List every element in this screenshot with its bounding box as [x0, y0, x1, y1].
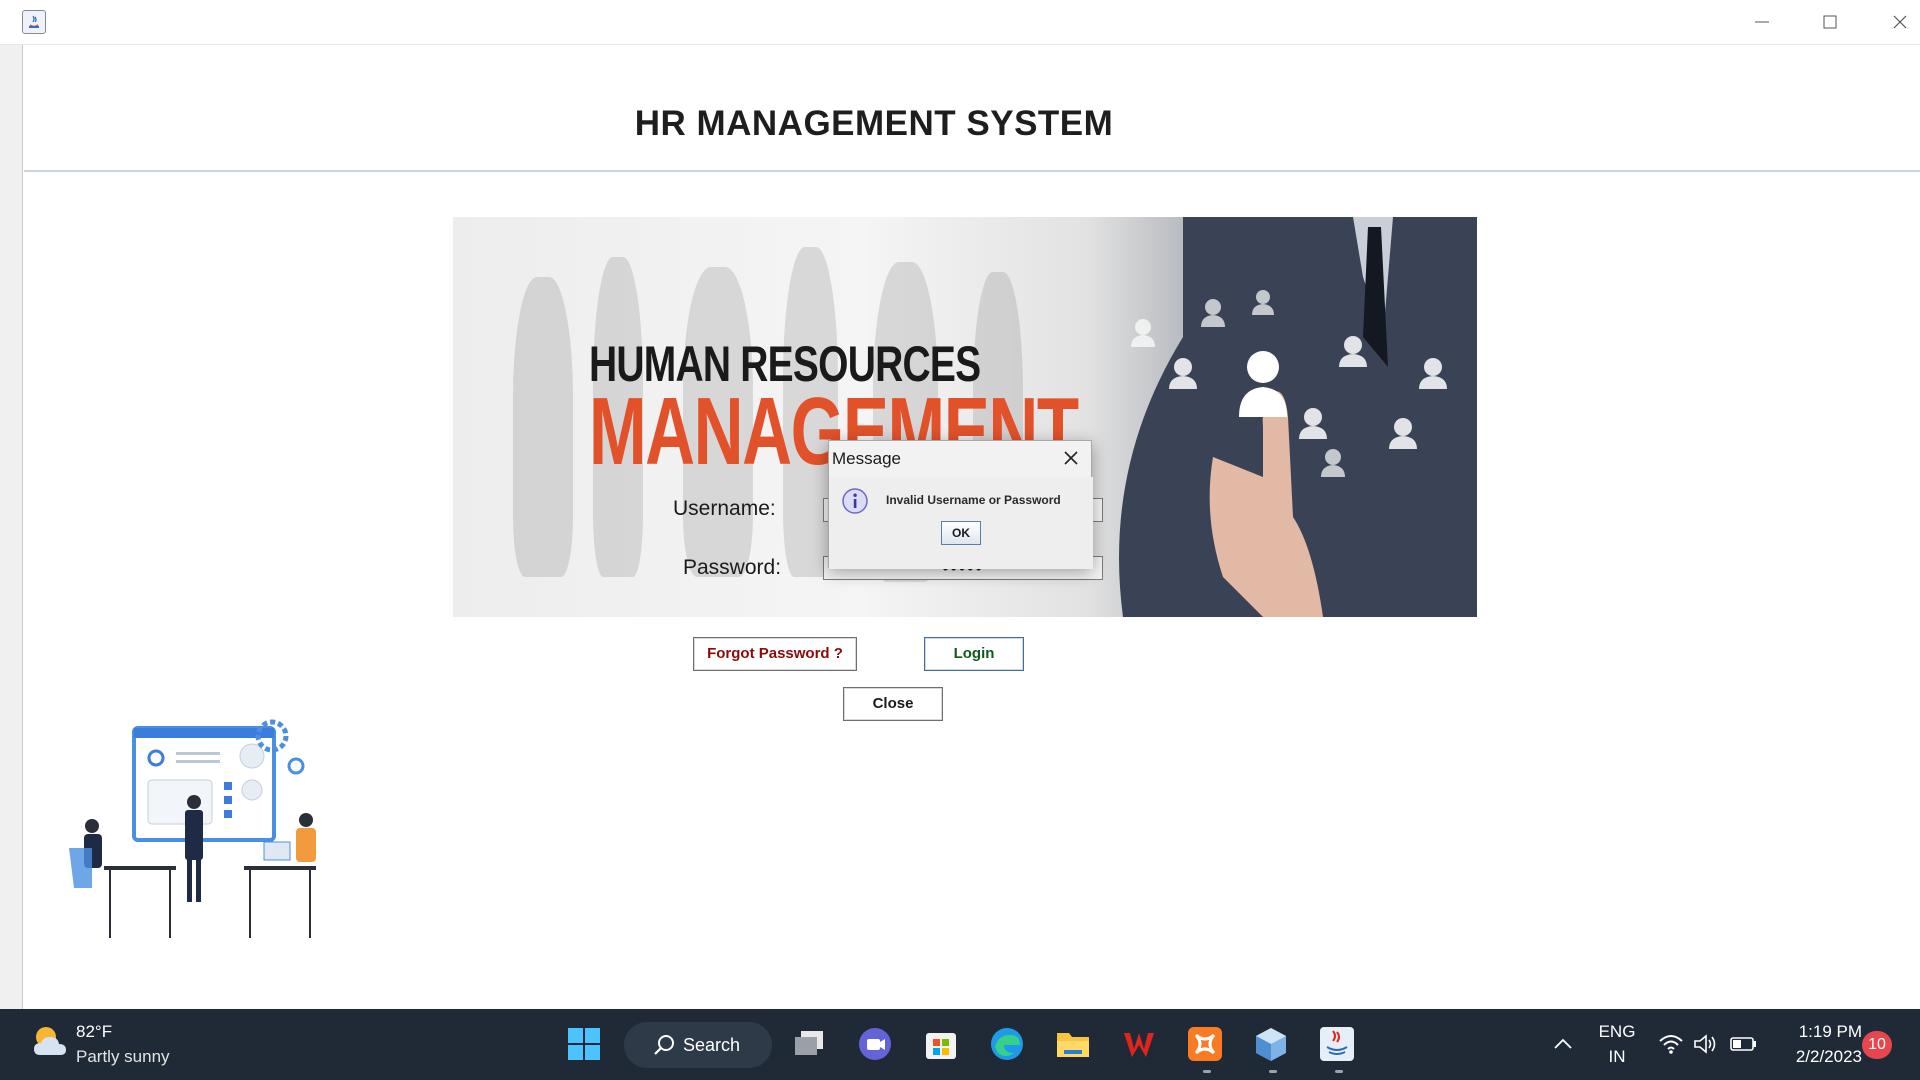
- minimize-button[interactable]: [1742, 8, 1782, 36]
- teams-button[interactable]: [854, 1023, 896, 1065]
- volume-button[interactable]: [1684, 1023, 1726, 1065]
- virtualbox-icon: [1256, 1028, 1286, 1061]
- java-app-button[interactable]: [1316, 1023, 1358, 1065]
- running-indicator: [1269, 1070, 1277, 1073]
- weather-icon: [34, 1027, 66, 1055]
- forgot-password-button[interactable]: Forgot Password ?: [693, 637, 857, 671]
- edge-icon: [991, 1028, 1023, 1060]
- store-icon: [926, 1033, 956, 1059]
- windows-start-icon: [568, 1028, 600, 1060]
- running-indicator: [1203, 1070, 1211, 1073]
- close-icon: [1064, 451, 1078, 465]
- close-window-button[interactable]: [1880, 8, 1920, 36]
- left-edge-panel: [0, 45, 23, 1009]
- java-app-icon: [1320, 1027, 1354, 1061]
- clock-time[interactable]: 1:19 PM: [1772, 1022, 1862, 1042]
- page-title: HR MANAGEMENT SYSTEM: [634, 104, 1114, 143]
- window-titlebar: [0, 0, 1920, 45]
- wps-icon: [1124, 1033, 1154, 1057]
- file-explorer-button[interactable]: [1052, 1023, 1094, 1065]
- ok-button[interactable]: OK: [941, 521, 981, 545]
- username-label: Username:: [673, 497, 776, 520]
- running-indicator: [1335, 1070, 1343, 1073]
- password-label: Password:: [683, 556, 782, 579]
- edge-button[interactable]: [986, 1023, 1028, 1065]
- weather-description: Partly sunny: [76, 1047, 170, 1066]
- dialog-title: Message: [832, 449, 901, 468]
- login-button[interactable]: Login: [924, 637, 1024, 671]
- show-hidden-icons-button[interactable]: [1542, 1023, 1584, 1065]
- battery-button[interactable]: [1722, 1023, 1764, 1065]
- virtualbox-button[interactable]: [1250, 1023, 1292, 1065]
- xampp-icon: [1188, 1027, 1222, 1061]
- weather-temperature: 82°F: [76, 1022, 113, 1041]
- maximize-button[interactable]: [1810, 8, 1850, 36]
- taskbar-search[interactable]: Search: [624, 1022, 772, 1068]
- clock-date[interactable]: 2/2/2023: [1772, 1047, 1862, 1067]
- search-icon: [654, 1035, 674, 1055]
- close-button[interactable]: Close: [843, 687, 943, 721]
- message-dialog: Message Invalid Username or Password OK: [828, 440, 1093, 569]
- close-icon: [1893, 15, 1907, 29]
- teams-icon: [859, 1028, 891, 1060]
- volume-icon: [1694, 1034, 1716, 1054]
- dialog-body: Invalid Username or Password OK: [829, 477, 1093, 569]
- chevron-up-icon: [1554, 1038, 1572, 1049]
- weather-widget[interactable]: [30, 1021, 70, 1066]
- minimize-icon: [1755, 21, 1769, 23]
- dialog-message: Invalid Username or Password: [886, 493, 1061, 507]
- office-team-illustration: [69, 719, 316, 938]
- info-icon: [842, 488, 868, 514]
- java-icon[interactable]: [22, 10, 46, 34]
- wps-button[interactable]: [1118, 1023, 1160, 1065]
- start-button[interactable]: [563, 1023, 605, 1065]
- store-button[interactable]: [920, 1023, 962, 1065]
- language-indicator-top[interactable]: ENG: [1594, 1022, 1640, 1042]
- search-label: Search: [683, 1035, 741, 1055]
- xampp-button[interactable]: [1184, 1023, 1226, 1065]
- task-view-button[interactable]: [789, 1023, 831, 1065]
- task-view-icon: [795, 1031, 823, 1055]
- maximize-icon: [1823, 15, 1837, 29]
- taskbar: 82°F Partly sunny Search ENG IN 1:19 PM …: [0, 1009, 1920, 1080]
- businessman-illustration: [1119, 217, 1477, 617]
- dialog-close-button[interactable]: [1057, 445, 1085, 471]
- notification-badge[interactable]: 10: [1862, 1031, 1892, 1059]
- battery-icon: [1730, 1037, 1756, 1051]
- header-divider: [24, 170, 1920, 172]
- language-indicator-bottom[interactable]: IN: [1594, 1047, 1640, 1067]
- file-explorer-icon: [1057, 1033, 1089, 1057]
